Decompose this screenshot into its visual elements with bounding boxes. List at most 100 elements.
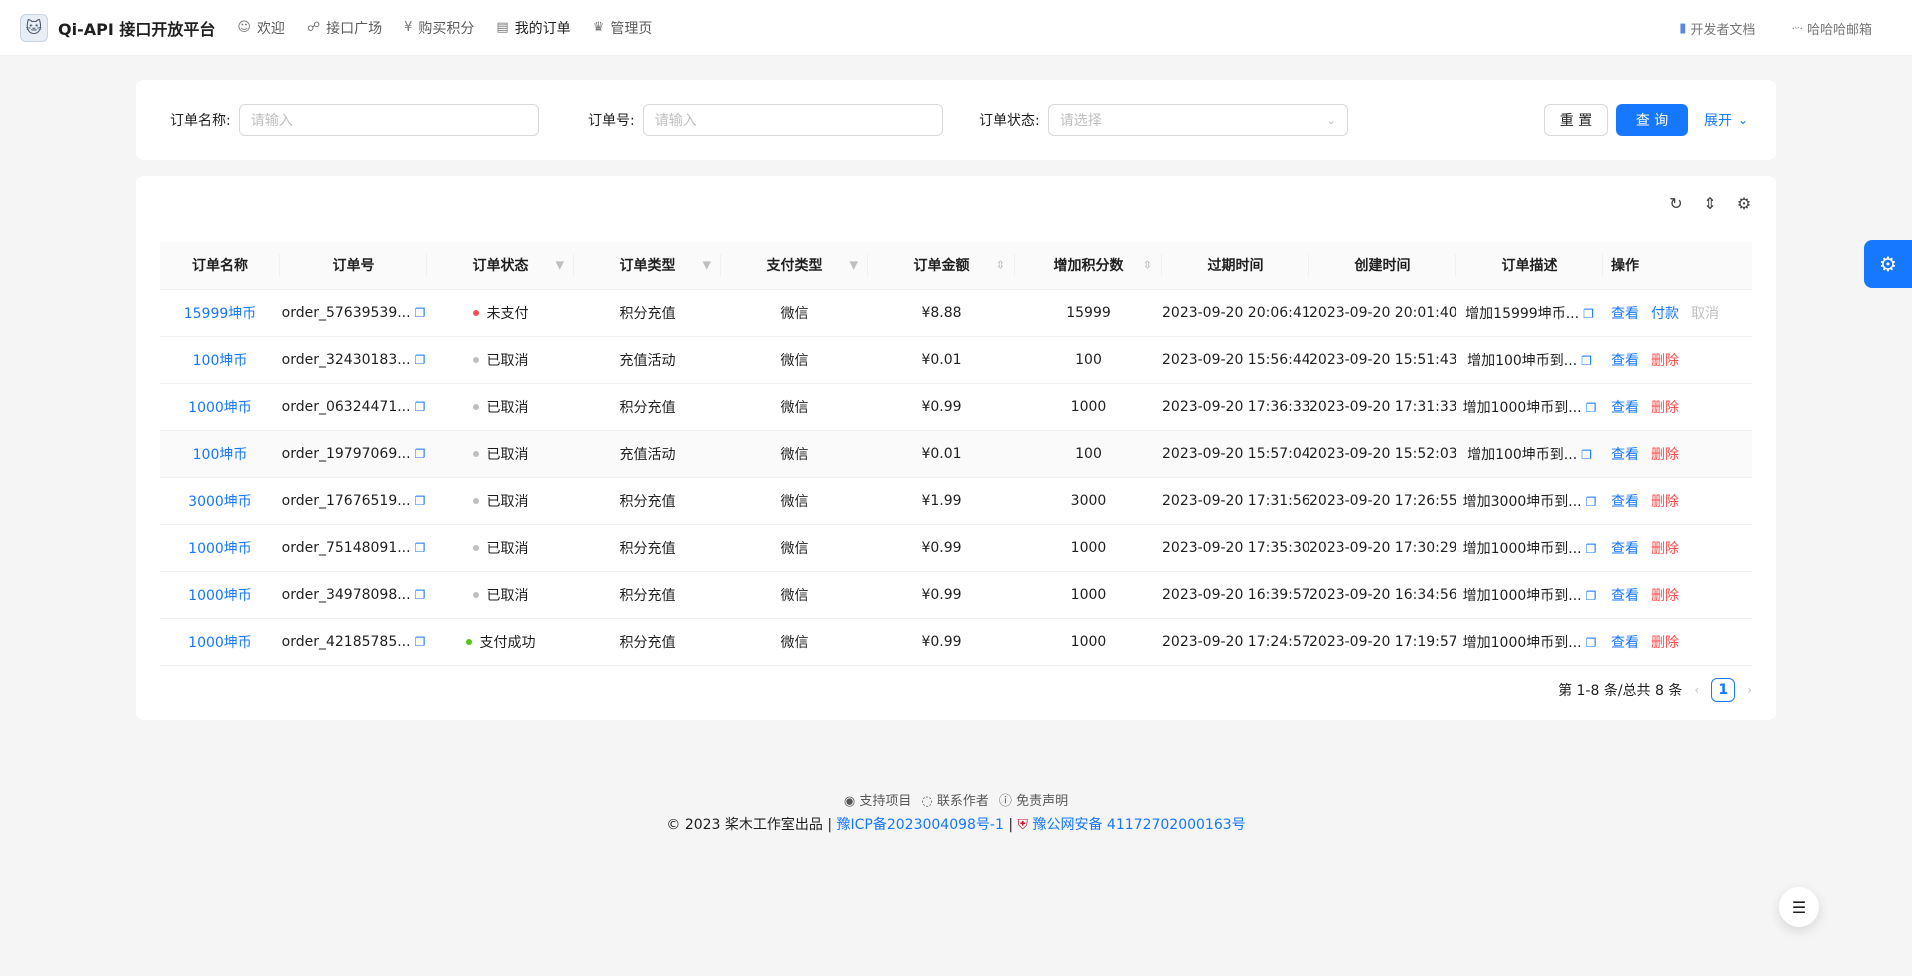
order-name-link[interactable]: 1000坤币	[188, 635, 252, 651]
table-toolbar: ↻ ⇕ ⚙	[1668, 196, 1752, 212]
copy-icon[interactable]: ❐	[415, 635, 426, 649]
filter-icon[interactable]: ▼	[850, 259, 858, 272]
view-link[interactable]: 查看	[1611, 400, 1639, 416]
col-order-type[interactable]: 订单类型 ▼	[574, 242, 721, 290]
cancel-link[interactable]: 取消	[1691, 306, 1719, 322]
query-button[interactable]: 查 询	[1616, 104, 1688, 136]
prev-page-icon[interactable]: ‹	[1694, 683, 1699, 697]
order-no-input[interactable]: 请输入	[642, 104, 943, 136]
order-name-link[interactable]: 100坤币	[193, 447, 248, 463]
copy-icon[interactable]: ❐	[1581, 448, 1592, 462]
sort-icon[interactable]: ⇳	[996, 259, 1005, 272]
copy-icon[interactable]: ❐	[1583, 307, 1594, 321]
order-name-link[interactable]: 1000坤币	[188, 400, 252, 416]
view-link[interactable]: 查看	[1611, 635, 1639, 651]
query-label: 查 询	[1635, 113, 1669, 129]
support-link[interactable]: ◉ 支持项目	[844, 790, 912, 809]
order-name-link[interactable]: 3000坤币	[188, 494, 252, 510]
delete-link[interactable]: 删除	[1651, 447, 1679, 463]
next-page-icon[interactable]: ›	[1747, 683, 1752, 697]
cell-points: 1000	[1015, 618, 1162, 666]
cell-order-type: 积分充值	[574, 524, 721, 572]
sort-icon[interactable]: ⇳	[1143, 259, 1152, 272]
order-name-link[interactable]: 1000坤币	[188, 588, 252, 604]
view-link[interactable]: 查看	[1611, 306, 1639, 322]
order-name-link[interactable]: 15999坤币	[184, 306, 257, 322]
order-no-text: order_06324471...	[281, 398, 411, 415]
developer-docs-link[interactable]: ▮ 开发者文档	[1679, 19, 1755, 38]
copy-icon[interactable]: ❐	[1586, 542, 1597, 556]
order-status-select[interactable]: 请选择 ⌄	[1047, 104, 1348, 136]
copy-icon[interactable]: ❐	[1586, 589, 1597, 603]
copyright-icon: ©	[666, 817, 681, 833]
copy-icon[interactable]: ❐	[415, 353, 426, 367]
copy-icon[interactable]: ❐	[1586, 636, 1597, 650]
cell-create-time: 2023-09-20 15:52:03	[1309, 430, 1456, 478]
copy-icon[interactable]: ❐	[415, 588, 426, 602]
settings-icon[interactable]: ⚙	[1736, 196, 1752, 212]
col-order-status[interactable]: 订单状态 ▼	[427, 242, 574, 290]
col-amount[interactable]: 订单金额 ⇳	[868, 242, 1015, 290]
settings-drawer-button[interactable]: ⚙	[1864, 240, 1912, 288]
view-link[interactable]: 查看	[1611, 588, 1639, 604]
copy-icon[interactable]: ❐	[1581, 354, 1592, 368]
delete-link[interactable]: 删除	[1651, 588, 1679, 604]
float-menu-button[interactable]: ☰	[1779, 887, 1819, 927]
page-button[interactable]: 1	[1711, 678, 1736, 702]
nav-item-welcome[interactable]: ☺ 欢迎	[237, 0, 307, 56]
order-name-link[interactable]: 100坤币	[193, 353, 248, 369]
filter-icon[interactable]: ▼	[703, 259, 711, 272]
status-dot	[472, 356, 479, 363]
cell-order-type: 积分充值	[574, 383, 721, 431]
avatar-icon: ·ᵕ·	[1791, 21, 1803, 35]
icp-link[interactable]: 豫ICP备2023004098号-1	[837, 817, 1004, 833]
order-table: 订单名称 订单号 订单状态 ▼ 订单类型 ▼ 支付类型 ▼ 订单金额 ⇳ 增加积分数 ⇳ …	[160, 242, 1752, 666]
view-link[interactable]: 查看	[1611, 541, 1639, 557]
delete-link[interactable]: 删除	[1651, 494, 1679, 510]
copy-icon[interactable]: ❐	[415, 447, 426, 461]
nav-item-api-square[interactable]: ☍ 接口广场	[307, 0, 404, 56]
cell-actions: 查看 删除	[1603, 477, 1752, 525]
copy-icon[interactable]: ❐	[415, 306, 426, 320]
cell-pay-type: 微信	[721, 524, 868, 572]
reload-icon[interactable]: ↻	[1668, 196, 1684, 212]
delete-link[interactable]: 删除	[1651, 541, 1679, 557]
view-link[interactable]: 查看	[1611, 447, 1639, 463]
cell-create-time: 2023-09-20 15:51:43	[1309, 336, 1456, 384]
copy-icon[interactable]: ❐	[415, 541, 426, 555]
police-link[interactable]: 豫公网安备 41172702000163号	[1032, 817, 1245, 833]
brand[interactable]: 🐱 Qi-API 接口开放平台	[20, 0, 215, 56]
cell-points: 100	[1015, 336, 1162, 384]
nav-item-buy-points[interactable]: ¥ 购买积分	[404, 0, 496, 56]
contact-link[interactable]: ◌ 联系作者	[921, 790, 989, 809]
pay-link[interactable]: 付款	[1651, 306, 1679, 322]
col-pay-type[interactable]: 支付类型 ▼	[721, 242, 868, 290]
status-text: 已取消	[486, 399, 529, 416]
view-link[interactable]: 查看	[1611, 353, 1639, 369]
order-name-input[interactable]: 请输入	[238, 104, 539, 136]
view-link[interactable]: 查看	[1611, 494, 1639, 510]
delete-link[interactable]: 删除	[1651, 353, 1679, 369]
copy-icon[interactable]: ❐	[1586, 401, 1597, 415]
search-form-card: 订单名称: 请输入 订单号: 请输入 订单状态: 请选择 ⌄ 重 置 查 询 展…	[136, 80, 1776, 160]
col-points[interactable]: 增加积分数 ⇳	[1015, 242, 1162, 290]
order-name-link[interactable]: 1000坤币	[188, 541, 252, 557]
cell-expire-time: 2023-09-20 17:36:33	[1162, 383, 1309, 431]
cell-actions: 查看 付款 取消	[1603, 289, 1752, 337]
nav-item-admin[interactable]: ♛ 管理页	[593, 0, 675, 56]
expand-toggle[interactable]: 展开 ⌄	[1704, 104, 1748, 136]
copy-icon[interactable]: ❐	[415, 400, 426, 414]
delete-link[interactable]: 删除	[1651, 400, 1679, 416]
filter-icon[interactable]: ▼	[556, 259, 564, 272]
cell-order-no: order_75148091... ❐	[280, 524, 427, 572]
copy-icon[interactable]: ❐	[1586, 495, 1597, 509]
density-icon[interactable]: ⇕	[1702, 196, 1718, 212]
nav-item-my-orders[interactable]: ▤ 我的订单	[496, 0, 592, 56]
disclaimer-link[interactable]: ⓘ 免责声明	[999, 790, 1068, 809]
delete-link[interactable]: 删除	[1651, 635, 1679, 651]
table-row: 1000坤币 order_75148091... ❐ 已取消 积分充值 微信 ¥0.99 10…	[160, 524, 1752, 572]
copy-icon[interactable]: ❐	[415, 494, 426, 508]
user-menu[interactable]: ·ᵕ· 哈哈哈邮箱	[1791, 19, 1872, 38]
pagination: 第 1-8 条/总共 8 条 ‹ 1 ›	[1558, 678, 1752, 702]
reset-button[interactable]: 重 置	[1544, 104, 1608, 136]
